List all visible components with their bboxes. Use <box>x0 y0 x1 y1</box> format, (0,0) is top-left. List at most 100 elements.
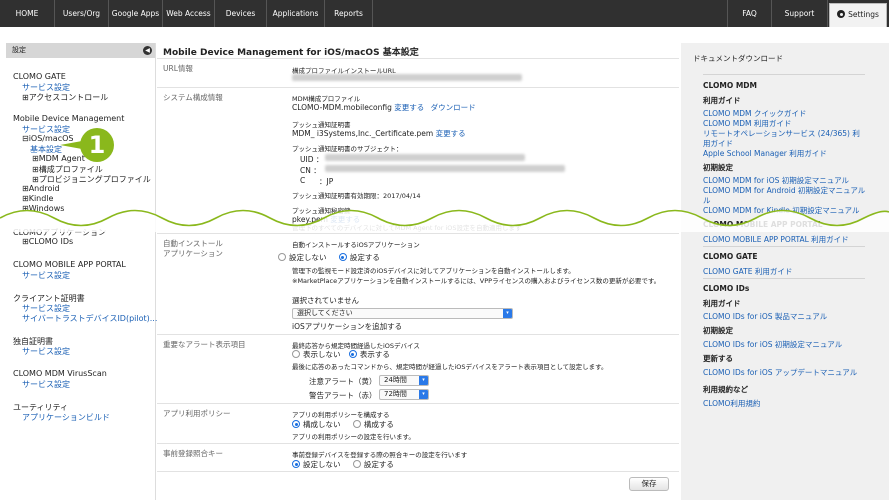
docs-usage-guide-heading: 利用ガイド <box>703 96 741 105</box>
doc-link-terms[interactable]: CLOMO利用規約 <box>703 398 760 409</box>
radio-hide[interactable]: 表示しない <box>292 350 341 359</box>
radio-no-config-label: 構成しない <box>303 420 341 429</box>
divider <box>157 471 679 472</box>
cn-label: CN ： <box>300 166 321 175</box>
caution-alert-select[interactable]: 24時間 ▾ <box>379 375 429 386</box>
auto-install-sub: 自動インストールするiOSアプリケーション <box>292 241 420 249</box>
warning-alert-value: 72時間 <box>384 390 407 398</box>
radio-setting[interactable]: 設定する <box>338 253 380 262</box>
sidebar-item-cybertrust[interactable]: サイバートラストデバイスID(pilot)... <box>22 313 157 324</box>
radio-config-label: 構成する <box>363 420 394 429</box>
docs-ids-init-heading: 初期設定 <box>703 326 733 335</box>
divider <box>703 246 865 247</box>
docs-title: ドキュメントダウンロード <box>693 54 783 63</box>
sidebar-item-android[interactable]: ⊞Android <box>22 184 60 193</box>
doc-link-ids-init[interactable]: CLOMO IDs for iOS 初期設定マニュアル <box>703 339 842 350</box>
download-mdm-profile-link[interactable]: ダウンロード <box>431 103 476 112</box>
doc-link-android-init[interactable]: CLOMO MDM for Android 初期設定マニュアル <box>703 185 865 196</box>
push-cert-expiry: プッシュ通知証明書有効期限：2017/04/14 <box>292 192 421 200</box>
radio-prereg-on[interactable]: 設定する <box>352 460 394 469</box>
warning-alert-label: 警告アラート（赤） <box>309 391 377 400</box>
save-button[interactable]: 保存 <box>629 477 669 491</box>
doc-link-ids-update[interactable]: CLOMO IDs for iOS アップデートマニュアル <box>703 367 857 378</box>
alert-radio-group: 表示しない 表示する <box>292 349 390 360</box>
nav-home[interactable]: HOME <box>0 0 55 27</box>
gear-icon <box>837 10 846 18</box>
nav-google-apps[interactable]: Google Apps <box>109 0 163 27</box>
nav-reports[interactable]: Reports <box>325 0 373 27</box>
collapse-sidebar-icon[interactable]: ◀ <box>143 46 152 55</box>
c-value: ：JP <box>319 177 334 186</box>
section-clomo-gate: CLOMO GATE <box>13 72 66 81</box>
push-cert-subject-label: プッシュ通知証明書のサブジェクト： <box>292 145 403 153</box>
mdm-profile-filename: CLOMO-MDM.mobileconfig <box>292 103 392 112</box>
warning-alert-select[interactable]: 72時間 ▾ <box>379 389 429 400</box>
radio-prereg-on-label: 設定する <box>363 460 394 469</box>
docs-ids-heading: CLOMO IDs <box>703 284 750 293</box>
docs-ids-guide-heading: 利用ガイド <box>703 299 741 308</box>
radio-checked-icon <box>348 350 357 358</box>
main-content: Mobile Device Management for iOS/macOS 基… <box>157 43 679 500</box>
nav-faq[interactable]: FAQ <box>727 0 772 27</box>
push-cert-info: MDM_ i3Systems,Inc._Certificate.pem 変更する <box>292 128 466 139</box>
radio-no-setting[interactable]: 設定しない <box>278 253 327 262</box>
radio-prereg-off-label: 設定しない <box>303 460 341 469</box>
agent-auto-apply-note: 管理下のすべてのデバイスに対してMDM Agent for iOS設定を自動適用… <box>292 224 522 232</box>
app-policy-desc: アプリの利用ポリシーの設定を行います。 <box>292 433 415 441</box>
sidebar-item-own-cert-service[interactable]: サービス設定 <box>22 346 70 357</box>
nav-devices[interactable]: Devices <box>215 0 267 27</box>
doc-link-asm[interactable]: Apple School Manager 利用ガイド <box>703 148 827 159</box>
sidebar-item-app-build[interactable]: アプリケーションビルド <box>22 412 110 423</box>
alert-desc: 最後に応答のあったコマンドから、規定時間が経過したiOSデバイスをアラート表示項… <box>292 363 608 371</box>
doc-link-kindle-init[interactable]: CLOMO MDM for Kindle 初期設定マニュアル <box>703 205 859 216</box>
section-virusscan: CLOMO MDM VirusScan <box>13 369 107 378</box>
docs-portal-heading: CLOMO MOBILE APP PORTAL <box>703 220 823 229</box>
auto-install-desc-1: 管理下の監視モード設定済のiOSデバイスに対してアプリケーションを自動インストー… <box>292 267 575 275</box>
change-mdm-profile-link[interactable]: 変更する <box>394 103 424 112</box>
sidebar-item-mdm-agent[interactable]: ⊞MDM Agent <box>32 154 85 163</box>
prereg-radio-group: 設定しない 設定する <box>292 459 394 470</box>
add-ios-app-link[interactable]: iOSアプリケーションを追加する <box>292 321 402 332</box>
doc-link-gate-guide[interactable]: CLOMO GATE 利用ガイド <box>703 266 792 277</box>
mdm-profile-info: CLOMO-MDM.mobileconfig 変更する ダウンロード <box>292 102 476 113</box>
chevron-down-icon: ▾ <box>419 376 428 385</box>
sidebar-item-windows[interactable]: ⊞Windows <box>22 204 64 213</box>
sidebar-item-portal-service[interactable]: サービス設定 <box>22 270 70 281</box>
doc-link-portal-guide[interactable]: CLOMO MOBILE APP PORTAL 利用ガイド <box>703 234 849 245</box>
docs-terms-heading: 利用規約など <box>703 385 748 394</box>
nav-settings-tab[interactable]: Settings <box>829 3 887 27</box>
sidebar-item-access-control[interactable]: ⊞アクセスコントロール <box>22 92 108 103</box>
nav-applications[interactable]: Applications <box>267 0 325 27</box>
divider <box>703 278 865 279</box>
radio-checked-icon <box>292 420 300 428</box>
policy-radio-group: 構成しない 構成する <box>292 419 394 430</box>
radio-checked-icon <box>292 460 300 468</box>
ios-app-select-value: 選択してください <box>297 309 353 317</box>
doc-link-ids-manual[interactable]: CLOMO IDs for iOS 製品マニュアル <box>703 311 827 322</box>
sidebar-item-virusscan-service[interactable]: サービス設定 <box>22 379 70 390</box>
radio-no-config[interactable]: 構成しない <box>292 420 341 429</box>
section-portal: CLOMO MOBILE APP PORTAL <box>13 260 126 269</box>
caution-alert-label: 注意アラート（黄） <box>309 377 377 386</box>
sidebar-item-kindle[interactable]: ⊞Kindle <box>22 194 53 203</box>
auto-install-label-2: アプリケーション <box>163 249 223 258</box>
radio-prereg-off[interactable]: 設定しない <box>292 460 341 469</box>
system-config-label: システム構成情報 <box>163 93 223 102</box>
docs-gate-heading: CLOMO GATE <box>703 252 758 261</box>
callout-pointer <box>60 141 82 149</box>
radio-show-label: 表示する <box>359 350 390 359</box>
nav-support[interactable]: Support <box>772 0 828 27</box>
sidebar-item-clomo-ids[interactable]: ⊞CLOMO IDs <box>22 237 73 246</box>
url-info-label: URL情報 <box>163 64 193 73</box>
ios-app-select[interactable]: 選択してください ▾ <box>292 308 513 319</box>
app-policy-sub: アプリの利用ポリシーを構成する <box>292 411 390 419</box>
radio-show[interactable]: 表示する <box>348 350 390 359</box>
prereg-key-label: 事前登録照合キー <box>163 449 223 458</box>
nav-web-access[interactable]: Web Access <box>163 0 215 27</box>
radio-config[interactable]: 構成する <box>352 420 394 429</box>
change-push-cert-link[interactable]: 変更する <box>436 129 466 138</box>
nav-users-org[interactable]: Users/Org <box>55 0 109 27</box>
important-alert-label: 重要なアラート表示項目 <box>163 340 246 349</box>
app-policy-label: アプリ利用ポリシー <box>163 409 231 418</box>
auto-install-radio-group: 設定しない 設定する <box>278 252 380 263</box>
